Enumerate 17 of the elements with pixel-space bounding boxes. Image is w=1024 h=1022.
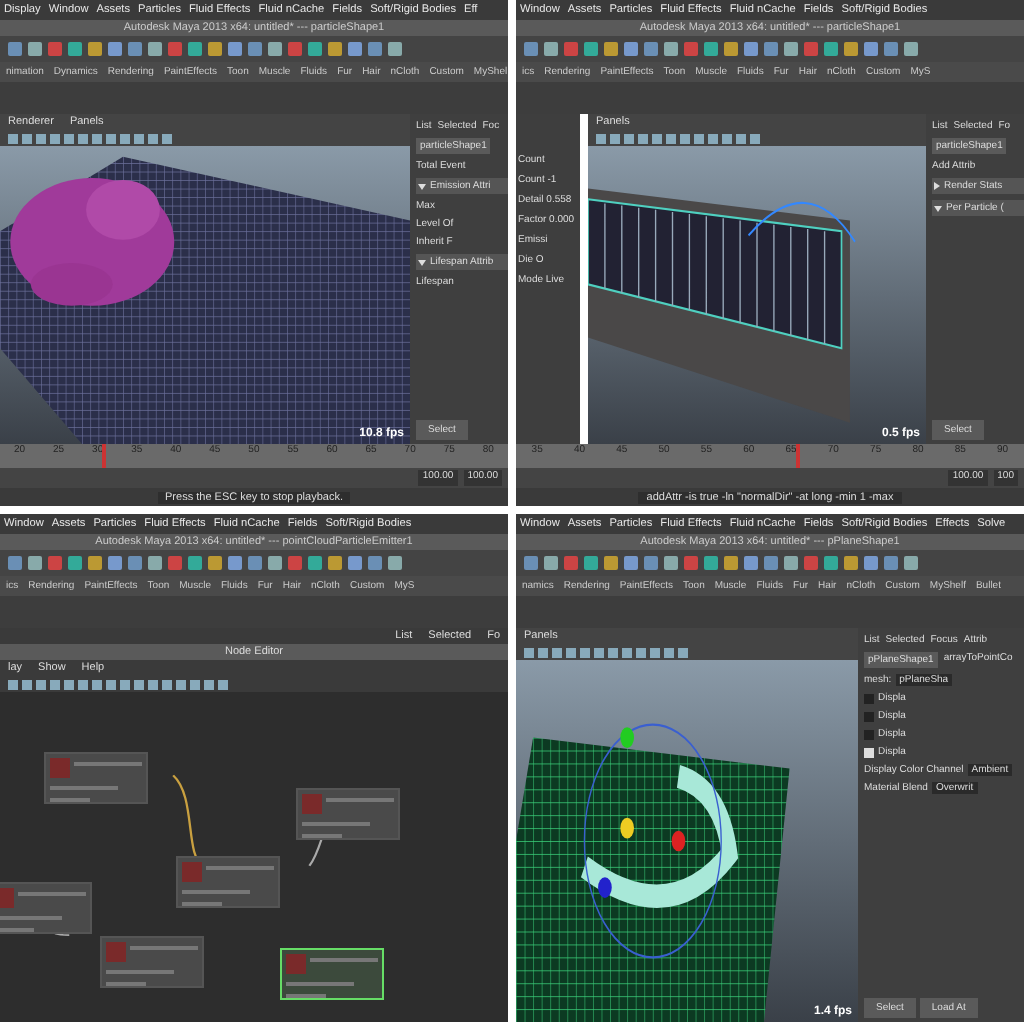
node-card[interactable]	[296, 788, 400, 840]
playhead-marker[interactable]	[101, 444, 106, 468]
checkbox[interactable]	[864, 711, 874, 721]
caret-icon[interactable]	[934, 205, 942, 211]
node-card[interactable]	[176, 856, 280, 908]
node-card[interactable]	[280, 948, 384, 1000]
caret-icon[interactable]	[418, 183, 426, 189]
node-card[interactable]	[100, 936, 204, 988]
playhead-marker[interactable]	[795, 444, 800, 468]
caret-icon[interactable]	[418, 259, 426, 265]
node-card[interactable]	[44, 752, 148, 804]
caret-icon[interactable]	[934, 182, 940, 190]
manipulator-arc-drawing	[747, 202, 856, 243]
checkbox[interactable]	[864, 693, 874, 703]
node-card[interactable]	[0, 882, 92, 934]
checkbox[interactable]	[864, 747, 874, 757]
checkbox[interactable]	[864, 729, 874, 739]
